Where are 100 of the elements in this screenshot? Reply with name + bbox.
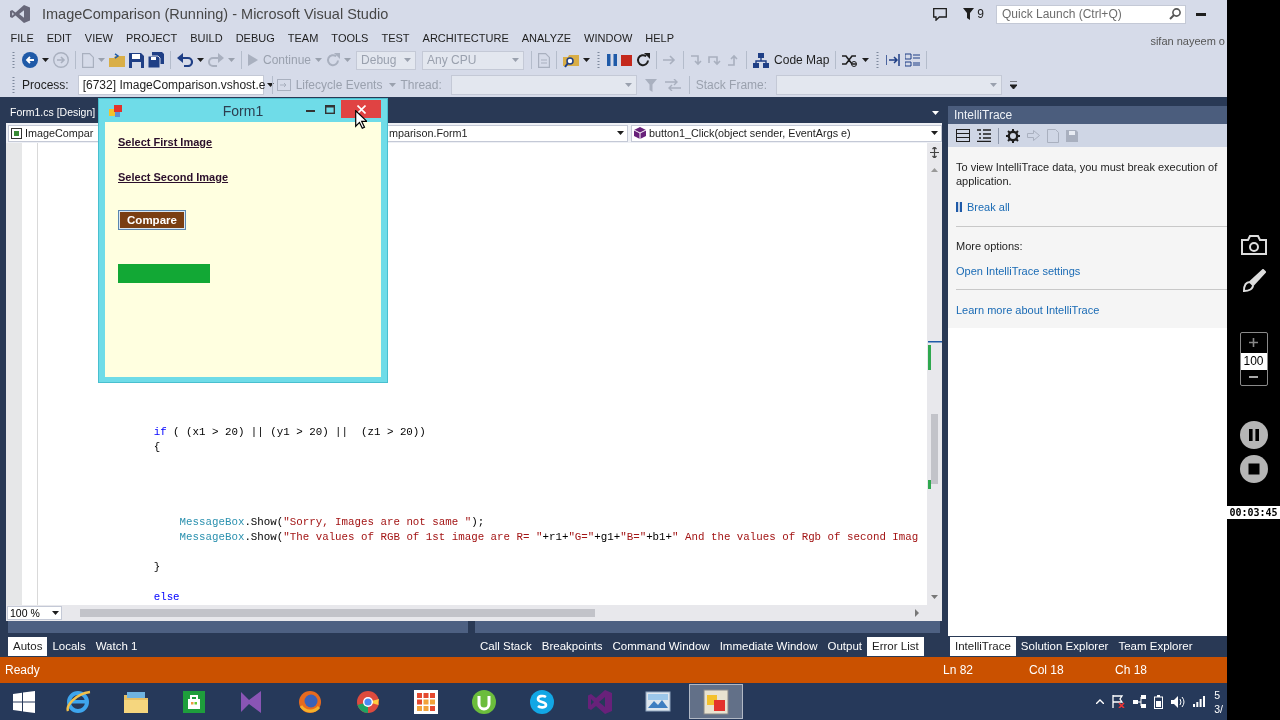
pause-icon[interactable] — [956, 202, 962, 212]
settings-icon[interactable] — [1006, 128, 1020, 143]
panel-tab[interactable]: Immediate Window — [714, 637, 823, 656]
menu-item[interactable]: TEAM — [281, 31, 325, 44]
learn-more-link[interactable]: Learn more about IntelliTrace — [956, 303, 1100, 317]
open-folder-icon[interactable] — [109, 53, 125, 67]
menu-item[interactable]: ANALYZE — [515, 31, 578, 44]
speech-bubble-icon[interactable] — [933, 7, 948, 21]
caret-icon[interactable] — [583, 58, 591, 62]
image-link[interactable]: Select Second Image — [118, 171, 229, 184]
menu-item[interactable]: WINDOW — [577, 31, 639, 44]
restart-icon[interactable] — [326, 53, 341, 67]
cube-icon[interactable] — [634, 127, 646, 139]
caret-icon[interactable] — [932, 111, 939, 115]
pause-icon[interactable] — [607, 54, 618, 66]
caret-icon[interactable] — [42, 58, 49, 62]
browser-icon[interactable] — [297, 688, 323, 715]
break-all-link[interactable]: Break all — [967, 200, 1010, 214]
plus-icon[interactable] — [1249, 338, 1258, 347]
navigation-dropdown[interactable]: ImageCompar — [8, 124, 98, 142]
panel-tab[interactable]: Watch 1 — [90, 637, 143, 656]
undo-icon[interactable] — [177, 53, 193, 67]
navigation-dropdown[interactable]: button1_Click(object sender, EventArgs e) — [631, 124, 942, 142]
brush-icon[interactable] — [1241, 269, 1266, 293]
app-window-icon[interactable] — [109, 104, 122, 117]
panel-tab[interactable]: Locals — [47, 637, 91, 656]
save-icon[interactable] — [129, 52, 144, 68]
shopping-bag-icon[interactable] — [181, 688, 207, 715]
menu-item[interactable]: HELP — [638, 31, 681, 44]
chevron-up-icon[interactable] — [1096, 699, 1105, 704]
panel-tab[interactable]: Breakpoints — [536, 637, 608, 656]
app-logo-icon[interactable] — [10, 5, 30, 23]
caret-icon[interactable] — [267, 83, 275, 87]
filter-icon[interactable] — [963, 8, 975, 20]
outline-list-icon[interactable] — [977, 129, 991, 142]
panel-tab[interactable]: Command Window — [607, 637, 715, 656]
list-icon[interactable] — [956, 129, 970, 142]
menu-item[interactable]: FILE — [4, 31, 41, 44]
app-grid-icon[interactable] — [413, 688, 439, 715]
caret-icon[interactable] — [617, 131, 624, 135]
network-icon[interactable] — [1133, 695, 1147, 708]
menu-item[interactable]: EDIT — [40, 31, 79, 44]
start-icon[interactable] — [13, 690, 35, 713]
toolbar-grip[interactable] — [597, 52, 601, 68]
circle-logo-icon[interactable] — [529, 688, 555, 715]
panel-tab[interactable]: IntelliTrace — [950, 637, 1016, 656]
maximize-icon[interactable] — [325, 105, 335, 114]
menu-item[interactable]: BUILD — [183, 31, 230, 44]
panel-tab[interactable]: Error List — [867, 637, 924, 656]
menu-item[interactable]: ARCHITECTURE — [416, 31, 516, 44]
circle-logo-icon[interactable] — [355, 688, 381, 715]
camera-icon[interactable] — [1240, 235, 1267, 255]
volume-icon[interactable] — [1171, 695, 1186, 708]
stop-icon[interactable] — [621, 54, 633, 66]
quick-launch-field[interactable]: Quick Launch (Ctrl+Q) — [996, 4, 1186, 24]
caret-icon[interactable] — [197, 58, 204, 62]
caret-icon[interactable] — [52, 611, 59, 615]
panel-tab[interactable]: Autos — [8, 637, 48, 656]
back-icon[interactable] — [22, 52, 38, 68]
shuffle-icon[interactable] — [842, 53, 859, 67]
pause-icon[interactable] — [1239, 421, 1268, 449]
picture-icon[interactable] — [645, 688, 671, 715]
menu-item[interactable]: VIEW — [78, 31, 120, 44]
settings-link[interactable]: Open IntelliTrace settings — [956, 264, 1081, 278]
restart-icon[interactable] — [636, 53, 651, 67]
signal-icon[interactable] — [1193, 696, 1206, 707]
close-button[interactable] — [341, 100, 381, 118]
browser-icon[interactable] — [65, 688, 91, 715]
file-icon[interactable] — [11, 127, 22, 139]
battery-icon[interactable] — [1154, 694, 1164, 709]
stop-icon[interactable] — [1239, 455, 1268, 483]
caret-icon[interactable] — [931, 131, 938, 135]
split-icon[interactable] — [930, 147, 939, 158]
code-map-button[interactable]: Code Map — [751, 52, 832, 68]
compare-button[interactable]: Compare — [118, 210, 186, 230]
save-all-icon[interactable] — [148, 52, 164, 68]
clock-date[interactable]: 3/ — [1214, 701, 1223, 716]
zoom-dropdown[interactable]: 100 % — [7, 606, 62, 620]
circle-logo-icon[interactable] — [471, 688, 497, 715]
panel-tab[interactable]: Call Stack — [475, 637, 537, 656]
minimize-icon[interactable] — [1196, 12, 1206, 16]
close-icon[interactable] — [356, 104, 366, 114]
toolbar-grip[interactable] — [876, 52, 880, 68]
navigation-dropdown[interactable]: mparison.Form1 — [388, 124, 628, 142]
indent-icon[interactable] — [886, 53, 902, 67]
flag-icon[interactable] — [1112, 695, 1126, 708]
caret-icon[interactable] — [862, 58, 870, 62]
menu-item[interactable]: DEBUG — [229, 31, 282, 44]
app-window-icon[interactable] — [703, 688, 729, 715]
document-tab[interactable]: Form1.cs [Design] — [7, 104, 99, 121]
panel-tab[interactable]: Output — [822, 637, 867, 656]
panel-tab[interactable]: Solution Explorer — [1015, 637, 1114, 656]
hierarchy-icon[interactable] — [753, 52, 770, 68]
image-link[interactable]: Select First Image — [118, 136, 213, 149]
search-icon[interactable] — [1169, 8, 1181, 20]
menu-item[interactable]: TEST — [374, 31, 417, 44]
overflow-icon[interactable] — [1010, 81, 1018, 89]
menu-item[interactable]: TOOLS — [324, 31, 375, 44]
folder-search-icon[interactable] — [563, 52, 580, 68]
clock-time[interactable]: 5 — [1214, 687, 1221, 702]
